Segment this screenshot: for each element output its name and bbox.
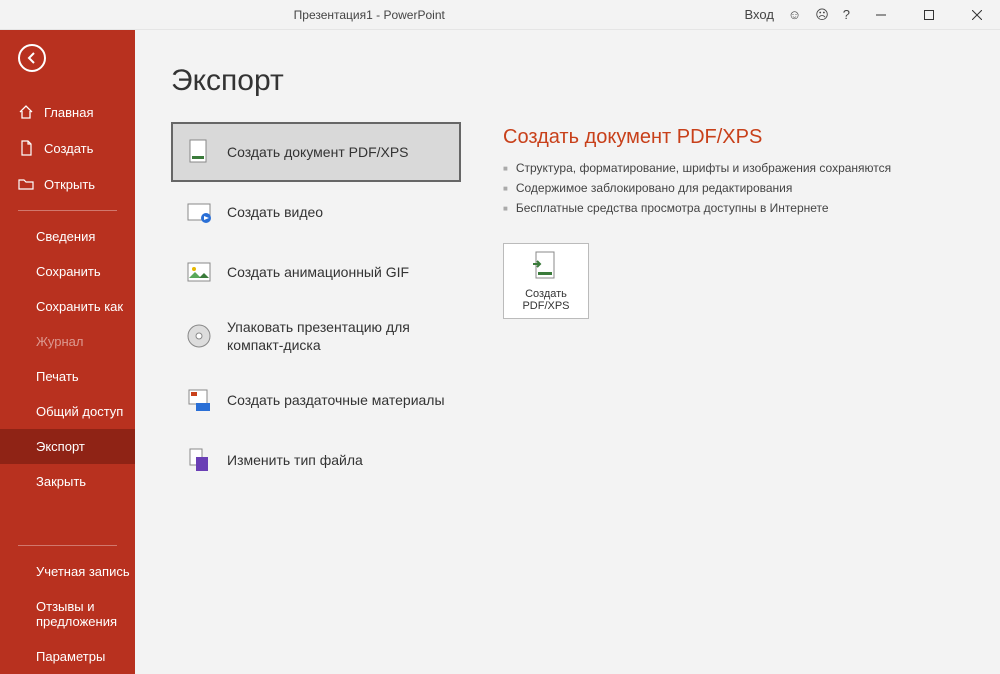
option-gif[interactable]: Создать анимационный GIF: [171, 242, 461, 302]
nav-home[interactable]: Главная: [0, 94, 135, 130]
option-label: Изменить тип файла: [227, 451, 363, 469]
nav-label: Сведения: [36, 229, 95, 244]
close-button[interactable]: [960, 0, 994, 30]
option-cd[interactable]: Упаковать презентацию для компакт-диска: [171, 302, 461, 370]
export-options-column: Экспорт Создать документ PDF/XPS Создать…: [171, 64, 461, 674]
titlebar-right: Вход ☺ ☹ ?: [739, 0, 1000, 30]
option-video[interactable]: Создать видео: [171, 182, 461, 242]
video-icon: [185, 198, 213, 226]
nav-info[interactable]: Сведения: [0, 219, 135, 254]
nav-create[interactable]: Создать: [0, 130, 135, 166]
pdf-document-icon: [185, 138, 213, 166]
nav-options[interactable]: Параметры: [0, 639, 135, 674]
home-icon: [18, 104, 34, 120]
titlebar: Презентация1 - PowerPoint Вход ☺ ☹ ?: [0, 0, 1000, 30]
window-title: Презентация1 - PowerPoint: [0, 8, 739, 22]
nav-label: Учетная запись: [36, 564, 130, 579]
nav-label: Печать: [36, 369, 79, 384]
file-new-icon: [18, 140, 34, 156]
nav-feedback[interactable]: Отзывы и предложения: [0, 589, 135, 639]
option-label: Упаковать презентацию для компакт-диска: [227, 318, 447, 354]
nav-label: Общий доступ: [36, 404, 123, 419]
nav-label: Параметры: [36, 649, 105, 664]
nav-label: Создать: [44, 141, 93, 156]
nav-save[interactable]: Сохранить: [0, 254, 135, 289]
nav-label: Отзывы и предложения: [36, 599, 135, 629]
sidebar: Главная Создать Открыть Сведения Сохрани…: [0, 30, 135, 674]
face-frown-icon[interactable]: ☹: [815, 7, 829, 23]
detail-bullet: Содержимое заблокировано для редактирова…: [503, 181, 980, 195]
nav-export[interactable]: Экспорт: [0, 429, 135, 464]
detail-bullet: Бесплатные средства просмотра доступны в…: [503, 201, 980, 215]
nav-account[interactable]: Учетная запись: [0, 554, 135, 589]
pdf-document-icon: [530, 250, 562, 282]
page-title: Экспорт: [171, 64, 461, 98]
nav-label: Журнал: [36, 334, 83, 349]
handouts-icon: [185, 386, 213, 414]
nav-open[interactable]: Открыть: [0, 166, 135, 202]
option-label: Создать анимационный GIF: [227, 263, 409, 281]
help-icon[interactable]: ?: [843, 7, 850, 22]
detail-title: Создать документ PDF/XPS: [503, 126, 980, 149]
option-filetype[interactable]: Изменить тип файла: [171, 430, 461, 490]
change-filetype-icon: [185, 446, 213, 474]
nav-print[interactable]: Печать: [0, 359, 135, 394]
gif-icon: [185, 258, 213, 286]
option-label: Создать раздаточные материалы: [227, 391, 445, 409]
nav-saveas[interactable]: Сохранить как: [0, 289, 135, 324]
option-handouts[interactable]: Создать раздаточные материалы: [171, 370, 461, 430]
nav-label: Сохранить как: [36, 299, 123, 314]
option-label: Создать видео: [227, 203, 323, 221]
back-button[interactable]: [18, 44, 46, 72]
option-pdf-xps[interactable]: Создать документ PDF/XPS: [171, 122, 461, 182]
cd-icon: [185, 322, 213, 350]
button-label: Создать PDF/XPS: [504, 288, 588, 312]
nav-label: Главная: [44, 105, 93, 120]
separator: [18, 210, 117, 211]
separator: [18, 545, 117, 546]
nav-label: Открыть: [44, 177, 95, 192]
create-pdf-xps-button[interactable]: Создать PDF/XPS: [503, 243, 589, 319]
export-detail-column: Создать документ PDF/XPS Структура, форм…: [503, 64, 1000, 674]
option-label: Создать документ PDF/XPS: [227, 143, 409, 161]
face-smile-icon[interactable]: ☺: [788, 7, 801, 22]
nav-close[interactable]: Закрыть: [0, 464, 135, 499]
nav-label: Сохранить: [36, 264, 101, 279]
content: Экспорт Создать документ PDF/XPS Создать…: [135, 30, 1000, 674]
nav-share[interactable]: Общий доступ: [0, 394, 135, 429]
folder-open-icon: [18, 176, 34, 192]
detail-bullet: Структура, форматирование, шрифты и изоб…: [503, 161, 980, 175]
nav-label: Экспорт: [36, 439, 85, 454]
nav-label: Закрыть: [36, 474, 86, 489]
signin-link[interactable]: Вход: [745, 7, 774, 22]
minimize-button[interactable]: [864, 0, 898, 30]
nav-history: Журнал: [0, 324, 135, 359]
maximize-button[interactable]: [912, 0, 946, 30]
